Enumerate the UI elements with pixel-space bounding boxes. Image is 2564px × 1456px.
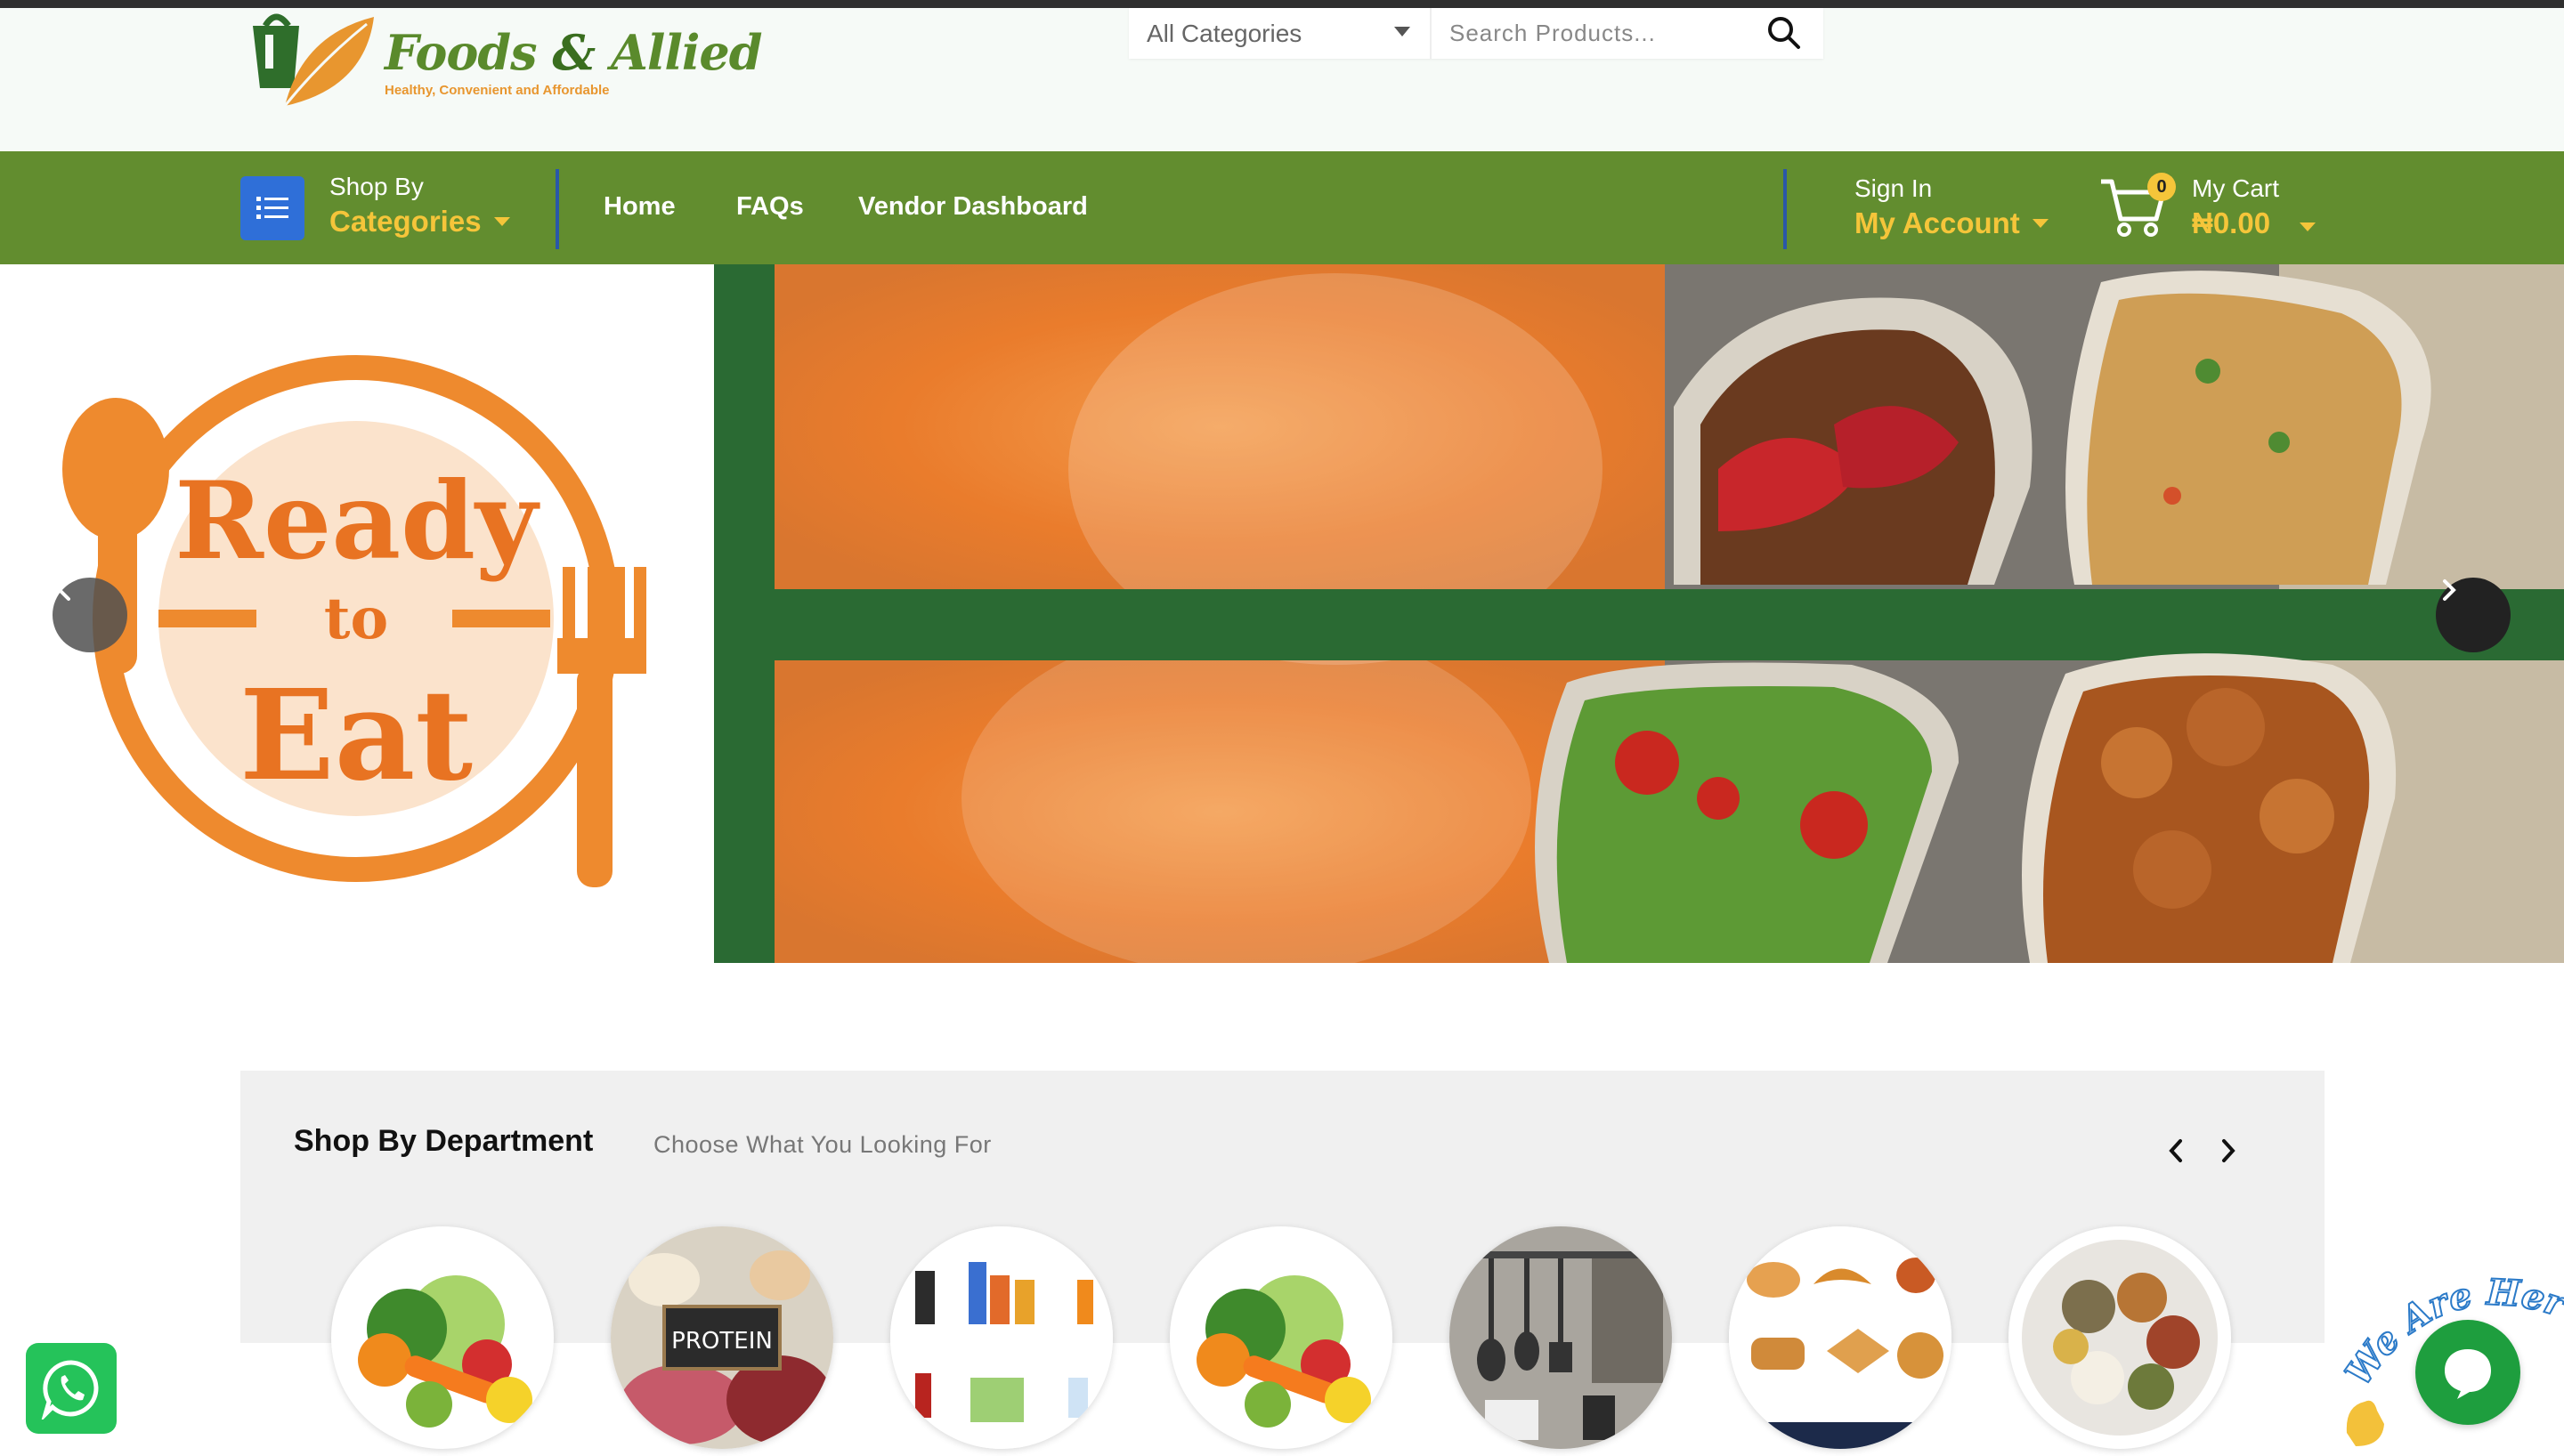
caret-down-icon (1394, 27, 1410, 36)
whatsapp-icon (41, 1360, 99, 1420)
nav-link-vendor-dashboard[interactable]: Vendor Dashboard (858, 192, 1088, 222)
search-bar: All Categories (1129, 8, 1823, 59)
slider-prev-button[interactable] (53, 578, 127, 652)
chevron-left-icon (2169, 1139, 2182, 1162)
department-subtitle: Choose What You Looking For (653, 1131, 992, 1158)
caret-down-icon[interactable] (2300, 222, 2316, 231)
chat-bubble-icon (2445, 1349, 2491, 1399)
my-account-label: My Account (1854, 206, 2020, 239)
header-top: Foods & Allied Healthy, Convenient and A… (0, 8, 2564, 151)
drinks-image (890, 1226, 1113, 1449)
search-button[interactable] (1765, 13, 1804, 53)
department-vegetables[interactable] (331, 1226, 554, 1449)
chevron-left-icon (57, 579, 70, 601)
hero-banner-image: Ready to Eat (0, 264, 2564, 963)
department-vegetables-2[interactable] (1170, 1226, 1392, 1449)
search-input[interactable] (1449, 13, 1743, 53)
top-strip (0, 0, 2564, 8)
category-select-value: All Categories (1147, 19, 1302, 47)
caret-down-icon (493, 217, 510, 226)
list-icon (256, 197, 288, 219)
sign-in-link[interactable]: Sign In (1854, 174, 1932, 203)
department-pastries[interactable] (1729, 1226, 1951, 1449)
department-title: Shop By Department (294, 1124, 594, 1158)
hero-ready-text: Ready (174, 458, 540, 584)
categories-label: Categories (329, 205, 482, 238)
department-protein[interactable]: PROTEIN (611, 1226, 833, 1449)
nav-divider (556, 169, 559, 249)
chat-open-button[interactable] (2415, 1320, 2520, 1425)
department-drinks[interactable] (890, 1226, 1113, 1449)
kitchen-utensils-image (1449, 1226, 1672, 1449)
hero-to-text: to (324, 586, 388, 652)
nav-link-faqs[interactable]: FAQs (736, 192, 804, 222)
search-icon (1768, 17, 1800, 49)
vegetables-image (1197, 1275, 1371, 1428)
spices-image (2022, 1240, 2218, 1436)
nav-divider (1783, 169, 1787, 249)
pastries-image (1729, 1226, 1951, 1449)
department-prev-button[interactable] (2159, 1133, 2195, 1169)
chevron-right-icon (2222, 1139, 2235, 1162)
brand-tagline: Healthy, Convenient and Affordable (385, 83, 610, 98)
logo-basket-leaf-icon (253, 13, 374, 107)
nav-link-home[interactable]: Home (604, 192, 676, 222)
chevron-right-icon (2443, 579, 2456, 601)
main-navbar: Shop By Categories Home FAQs Vendor Dash… (0, 151, 2564, 264)
brand-name: Foods & Allied (385, 24, 763, 81)
department-next-button[interactable] (2210, 1133, 2245, 1169)
protein-image: PROTEIN (611, 1226, 833, 1449)
categories-menu-button[interactable] (240, 176, 304, 240)
category-select[interactable]: All Categories (1129, 8, 1432, 59)
whatsapp-button[interactable] (26, 1343, 117, 1434)
cart-count-badge: 0 (2147, 173, 2176, 201)
slider-next-button[interactable] (2436, 578, 2511, 652)
department-spices[interactable] (2008, 1226, 2231, 1449)
my-account-dropdown[interactable]: My Account (1854, 206, 2049, 240)
hero-eat-text: Eat (239, 663, 473, 809)
my-cart-label[interactable]: My Cart (2192, 174, 2279, 203)
cart-total[interactable]: ₦0.00 (2192, 206, 2270, 240)
hero-slider: Ready to Eat (0, 264, 2564, 963)
department-kitchen-utensils[interactable] (1449, 1226, 1672, 1449)
shop-categories-dropdown[interactable]: Categories (329, 205, 510, 239)
site-logo[interactable]: Foods & Allied Healthy, Convenient and A… (249, 8, 763, 115)
protein-chalkboard-label: PROTEIN (671, 1328, 773, 1355)
shop-by-label: Shop By (329, 173, 424, 200)
vegetables-image (358, 1275, 532, 1428)
caret-down-icon (2032, 219, 2049, 228)
